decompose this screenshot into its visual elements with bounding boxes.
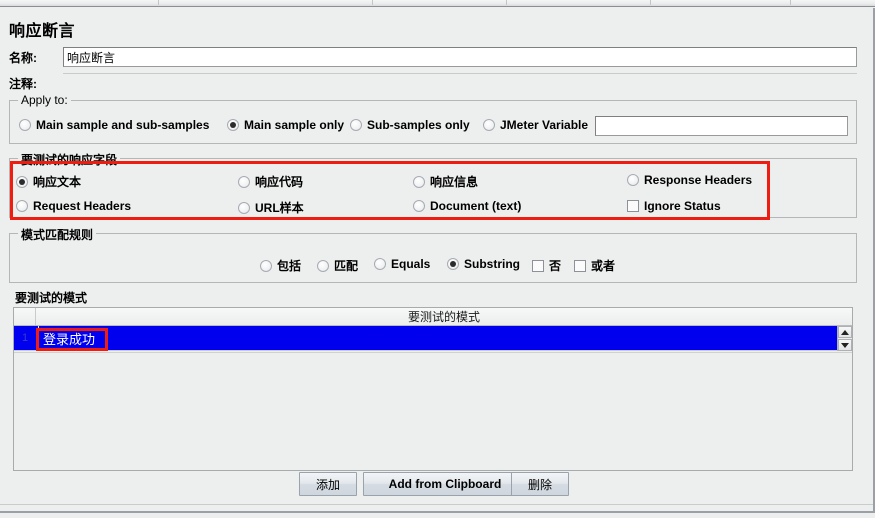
radio-icon (447, 258, 459, 270)
option-label: Main sample only (244, 118, 345, 132)
radio-matches[interactable]: 匹配 (317, 257, 358, 274)
row-number: 1 (21, 332, 29, 344)
apply-to-title: Apply to: (18, 93, 71, 107)
option-label: 包括 (277, 259, 302, 273)
radio-contains[interactable]: 包括 (260, 257, 301, 274)
radio-substring[interactable]: Substring (447, 257, 520, 271)
table-header-pattern: 要测试的模式 (407, 310, 480, 324)
radio-icon (317, 259, 329, 272)
checkbox-icon (532, 259, 544, 272)
option-label: 响应文本 (33, 175, 82, 189)
radio-icon (483, 119, 495, 131)
checkbox-icon (627, 200, 639, 212)
page-title: 响应断言 (9, 23, 76, 40)
toolbar-separator (790, 0, 791, 5)
pattern-rules-group: 模式匹配规则 包括 匹配 Equals Substring 否 或者 (9, 226, 857, 283)
table-empty-viewport[interactable] (14, 352, 852, 470)
option-label: JMeter Variable (500, 118, 589, 132)
radio-icon (238, 175, 250, 188)
toolbar-strip (0, 0, 875, 7)
patterns-table: 要测试的模式 1 登录成功 (13, 307, 853, 471)
option-label: 响应信息 (430, 175, 479, 189)
radio-main-sample-only[interactable]: Main sample only (227, 118, 344, 132)
radio-icon (374, 258, 386, 270)
radio-response-text[interactable]: 响应文本 (16, 173, 81, 190)
comment-label: 注释: (9, 77, 37, 91)
radio-response-code[interactable]: 响应代码 (238, 173, 303, 190)
radio-jmeter-variable[interactable]: JMeter Variable (483, 118, 588, 132)
radio-document-text[interactable]: Document (text) (413, 199, 521, 213)
toolbar-separator (506, 0, 507, 5)
radio-icon (413, 175, 425, 188)
option-label: 响应代码 (255, 175, 304, 189)
checkbox-ignore-status[interactable]: Ignore Status (627, 199, 721, 213)
radio-icon (627, 174, 639, 186)
radio-response-headers[interactable]: Response Headers (627, 173, 752, 187)
toolbar-separator (158, 0, 159, 5)
checkbox-or[interactable]: 或者 (574, 257, 615, 274)
option-label: URL样本 (255, 201, 304, 215)
response-field-group: 要测试的响应字段 响应文本 响应代码 响应信息 Response Headers (9, 151, 857, 218)
radio-response-message[interactable]: 响应信息 (413, 173, 478, 190)
radio-url-sample[interactable]: URL样本 (238, 199, 304, 216)
table-row[interactable]: 1 登录成功 (14, 326, 837, 354)
option-label: 否 (549, 259, 562, 273)
radio-icon (16, 200, 28, 212)
window-body: 响应断言 名称: 注释: Apply to: Main sample and s… (0, 8, 875, 513)
option-label: Main sample and sub-samples (36, 118, 210, 132)
toolbar-separator (650, 0, 651, 5)
checkbox-not[interactable]: 否 (532, 257, 561, 274)
bottom-divider (0, 504, 873, 505)
table-header-rownum (14, 308, 36, 325)
option-label: Response Headers (644, 173, 753, 187)
option-label: Request Headers (33, 199, 132, 213)
chevron-up-icon (841, 329, 849, 335)
table-vertical-scrollbar[interactable] (837, 326, 852, 351)
pattern-rules-title: 模式匹配规则 (18, 226, 97, 243)
add-from-clipboard-button[interactable]: Add from Clipboard (363, 472, 527, 496)
patterns-title: 要测试的模式 (12, 289, 91, 306)
checkbox-icon (574, 259, 586, 272)
name-row: 名称: (9, 47, 857, 68)
radio-sub-samples-only[interactable]: Sub-samples only (350, 118, 470, 132)
radio-equals[interactable]: Equals (374, 257, 430, 271)
option-label: Document (text) (430, 199, 522, 213)
comment-row: 注释: (9, 73, 857, 94)
comment-input[interactable] (63, 73, 857, 92)
name-label: 名称: (9, 51, 37, 65)
scroll-down-button[interactable] (838, 339, 852, 351)
radio-icon (260, 259, 272, 272)
option-label: Equals (391, 257, 431, 271)
radio-main-sample-and-sub-samples[interactable]: Main sample and sub-samples (19, 118, 209, 132)
table-header-row: 要测试的模式 (14, 308, 852, 326)
chevron-down-icon (841, 342, 849, 348)
scroll-up-button[interactable] (838, 326, 852, 338)
jmeter-variable-input[interactable] (595, 116, 848, 136)
option-label: Sub-samples only (367, 118, 470, 132)
pattern-cell[interactable]: 登录成功 (36, 326, 837, 354)
radio-icon (238, 201, 250, 214)
option-label: Substring (464, 257, 520, 271)
radio-icon (227, 119, 239, 131)
option-label: 匹配 (334, 259, 359, 273)
radio-icon (19, 119, 31, 131)
radio-icon (350, 119, 362, 131)
radio-request-headers[interactable]: Request Headers (16, 199, 131, 213)
radio-icon (413, 200, 425, 212)
name-input[interactable] (63, 47, 857, 67)
response-assertion-window: 响应断言 名称: 注释: Apply to: Main sample and s… (0, 0, 875, 518)
option-label: 或者 (591, 259, 616, 273)
toolbar-separator (372, 0, 373, 5)
option-label: Ignore Status (644, 199, 721, 213)
radio-icon (16, 175, 28, 188)
delete-button[interactable]: 删除 (511, 472, 569, 496)
apply-to-group: Apply to: Main sample and sub-samples Ma… (9, 93, 857, 144)
response-field-title: 要测试的响应字段 (18, 151, 121, 168)
add-button[interactable]: 添加 (299, 472, 357, 496)
